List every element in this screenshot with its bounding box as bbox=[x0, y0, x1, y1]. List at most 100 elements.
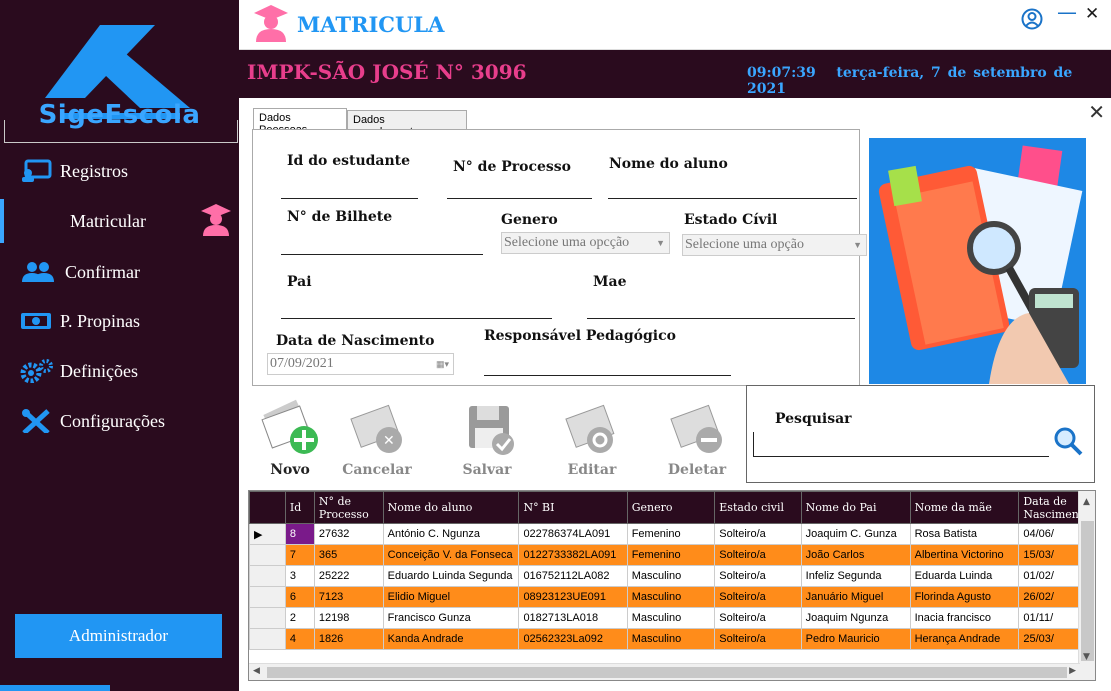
nascimento-datepicker[interactable]: 07/09/2021 ▦▾ bbox=[267, 353, 454, 375]
column-header[interactable]: N° de Processo bbox=[313, 491, 384, 524]
cell-processo: 12198 bbox=[313, 607, 384, 629]
genero-value: Selecione uma opcção bbox=[504, 235, 630, 250]
table-row[interactable]: 2 12198 Francisco Gunza 0182713LA018 Mas… bbox=[249, 607, 1095, 629]
genero-select[interactable]: Selecione uma opcção ▼ bbox=[501, 232, 670, 254]
tab-dados-pessoais[interactable]: Dados Peessoas bbox=[253, 108, 347, 136]
cell-genero: Femenino bbox=[626, 523, 716, 545]
students-table[interactable]: Id N° de Processo Nome do aluno N° BI Ge… bbox=[248, 490, 1096, 681]
cell-estado: Solteiro/a bbox=[714, 628, 802, 650]
minimize-button[interactable]: — bbox=[1057, 0, 1077, 24]
column-header[interactable]: Estado civil bbox=[714, 491, 802, 524]
cell-id: 2 bbox=[284, 607, 315, 629]
dados-pessoais-panel: Id do estudante N° de Processo Nome do a… bbox=[252, 129, 867, 386]
scroll-up-icon[interactable]: ▲ bbox=[1083, 497, 1090, 507]
close-icon[interactable]: ✕ bbox=[1088, 100, 1105, 124]
row-selector[interactable] bbox=[249, 565, 286, 587]
processo-label: N° de Processo bbox=[453, 159, 572, 175]
row-selector-icon[interactable]: ▶ bbox=[249, 523, 286, 545]
scroll-left-icon[interactable]: ◀ bbox=[253, 666, 260, 676]
close-window-button[interactable]: ✕ bbox=[1085, 4, 1099, 24]
brand-divider bbox=[4, 120, 238, 143]
table-row[interactable]: 3 25222 Eduardo Luinda Segunda 016752112… bbox=[249, 565, 1095, 587]
cell-processo: 7123 bbox=[313, 586, 384, 608]
matricula-form-panel: ✕ Dados Peessoas Dados complementares Id… bbox=[239, 98, 1111, 691]
administrador-button[interactable]: Administrador bbox=[15, 614, 222, 658]
cell-id: 4 bbox=[284, 628, 315, 650]
row-selector[interactable] bbox=[249, 544, 286, 566]
sidebar-item-propinas[interactable]: P. Propinas bbox=[0, 299, 239, 343]
search-input[interactable] bbox=[753, 456, 1049, 457]
column-header[interactable]: N° BI bbox=[518, 491, 628, 524]
row-selector[interactable] bbox=[249, 628, 286, 650]
bilhete-input[interactable] bbox=[281, 254, 483, 255]
nome-input[interactable] bbox=[608, 198, 857, 199]
cell-nome: António C. Ngunza bbox=[382, 523, 520, 545]
tools-icon bbox=[22, 409, 50, 433]
cell-pai: Joaquim Ngunza bbox=[800, 607, 911, 629]
column-header[interactable]: Nome da mãe bbox=[909, 491, 1020, 524]
cell-nome: Francisco Gunza bbox=[382, 607, 520, 629]
cell-processo: 27632 bbox=[313, 523, 384, 545]
cell-bi: 016752112LA082 bbox=[518, 565, 628, 587]
sidebar-item-registros[interactable]: Registros bbox=[0, 149, 239, 193]
novo-label: Novo bbox=[270, 462, 310, 478]
pai-input[interactable] bbox=[281, 318, 552, 319]
editar-label: Editar bbox=[567, 462, 617, 478]
sidebar-item-label: Confirmar bbox=[65, 262, 140, 282]
row-selector[interactable] bbox=[249, 586, 286, 608]
deletar-button[interactable]: Deletar bbox=[657, 398, 737, 480]
search-icon[interactable] bbox=[1053, 426, 1083, 456]
horizontal-scroll-thumb[interactable] bbox=[267, 667, 1067, 678]
cell-bi: 022786374LA091 bbox=[518, 523, 628, 545]
user-account-icon[interactable] bbox=[1021, 8, 1043, 30]
cell-mae: Rosa Batista bbox=[909, 523, 1020, 545]
row-header-corner bbox=[249, 491, 286, 524]
row-selector[interactable] bbox=[249, 607, 286, 629]
graduate-icon bbox=[254, 5, 288, 42]
sidebar-item-confirmar[interactable]: Confirmar bbox=[0, 250, 239, 294]
sidebar-item-matricular[interactable]: Matricular bbox=[0, 199, 239, 243]
scroll-right-icon[interactable]: ▶ bbox=[1069, 666, 1076, 676]
estado-civil-label: Estado Cívil bbox=[684, 212, 778, 228]
processo-input[interactable] bbox=[447, 198, 592, 199]
sidebar-item-configuracoes[interactable]: Configurações bbox=[0, 399, 239, 443]
table-row[interactable]: 6 7123 Elidio Miguel 08923123UE091 Mascu… bbox=[249, 586, 1095, 608]
column-header[interactable]: Nome do Pai bbox=[800, 491, 911, 524]
estado-civil-value: Selecione uma opção bbox=[685, 237, 804, 252]
search-label: Pesquisar bbox=[775, 411, 852, 427]
scroll-down-icon[interactable]: ▼ bbox=[1083, 652, 1090, 662]
column-header[interactable]: Nome do aluno bbox=[382, 491, 520, 524]
mae-input[interactable] bbox=[587, 318, 855, 319]
sidebar-item-definicoes[interactable]: Definições bbox=[0, 349, 239, 393]
id-input[interactable] bbox=[281, 198, 418, 199]
horizontal-scrollbar[interactable]: ◀ ▶ bbox=[249, 663, 1080, 680]
edit-document-icon bbox=[565, 404, 615, 453]
estado-civil-select[interactable]: Selecione uma opção ▼ bbox=[682, 234, 867, 256]
new-document-icon bbox=[261, 399, 318, 454]
column-header[interactable]: Id bbox=[284, 491, 315, 524]
table-row[interactable]: ▶ 8 27632 António C. Ngunza 022786374LA0… bbox=[249, 523, 1095, 545]
sidebar-item-label: Matricular bbox=[70, 211, 146, 231]
cell-estado: Solteiro/a bbox=[714, 544, 802, 566]
vertical-scrollbar[interactable]: ▲ ▼ bbox=[1078, 491, 1095, 680]
search-panel: Pesquisar bbox=[746, 385, 1095, 483]
money-icon bbox=[21, 313, 51, 329]
genero-label: Genero bbox=[501, 212, 558, 228]
cell-estado: Solteiro/a bbox=[714, 586, 802, 608]
cell-processo: 365 bbox=[313, 544, 384, 566]
id-label: Id do estudante bbox=[287, 153, 411, 169]
cell-pai: Joaquim C. Gunza bbox=[800, 523, 911, 545]
vertical-scroll-thumb[interactable] bbox=[1081, 521, 1094, 661]
table-row[interactable]: 4 1826 Kanda Andrade 02562323La092 Mascu… bbox=[249, 628, 1095, 650]
editar-button[interactable]: Editar bbox=[552, 398, 632, 480]
salvar-button[interactable]: Salvar bbox=[447, 398, 527, 480]
responsavel-input[interactable] bbox=[484, 375, 731, 376]
svg-text:✕: ✕ bbox=[383, 433, 395, 449]
cancelar-button[interactable]: ✕ Cancelar bbox=[337, 398, 417, 480]
column-header[interactable]: Genero bbox=[626, 491, 716, 524]
tab-dados-complementares[interactable]: Dados complementares bbox=[347, 110, 467, 138]
novo-button[interactable]: Novo bbox=[250, 398, 330, 480]
table-row[interactable]: 7 365 Conceição V. da Fonseca 0122733382… bbox=[249, 544, 1095, 566]
cell-bi: 0182713LA018 bbox=[518, 607, 628, 629]
students-datagrid: Id N° de Processo Nome do aluno N° BI Ge… bbox=[249, 491, 1095, 650]
